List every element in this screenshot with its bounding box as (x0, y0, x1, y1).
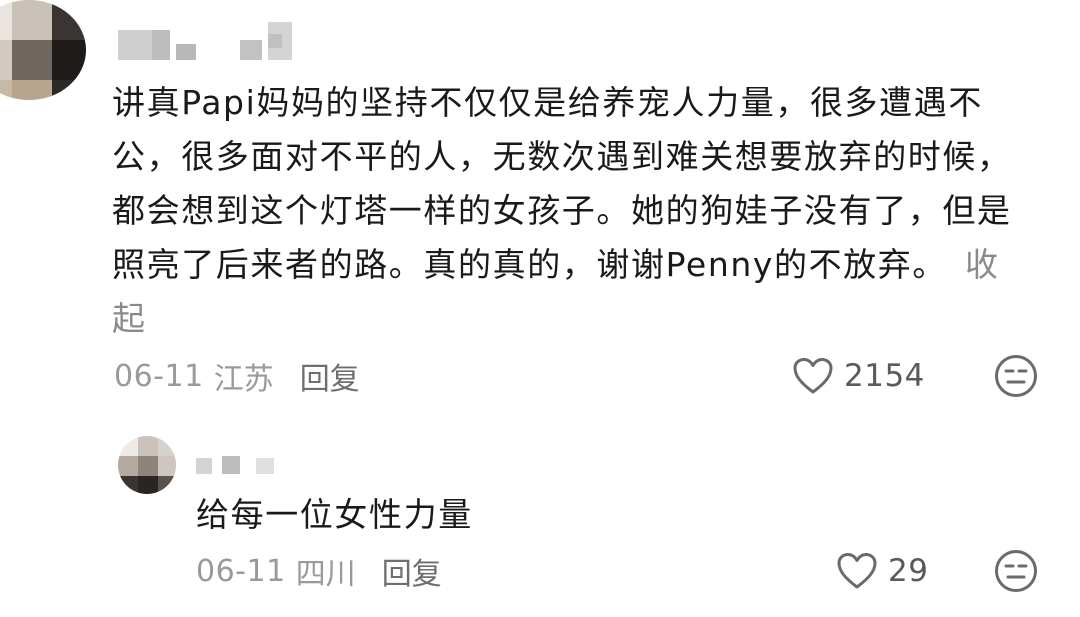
heart-outline-icon (793, 358, 833, 394)
username-pixel (118, 30, 152, 60)
like-button[interactable]: 2154 (792, 354, 925, 398)
avatar-pixel (118, 476, 138, 494)
username-pixel (268, 34, 282, 48)
avatar-pixel (12, 80, 52, 100)
avatar-pixel (138, 456, 158, 476)
heart-outline-icon (837, 553, 877, 589)
avatar[interactable] (0, 0, 86, 100)
reply-username-blurred[interactable] (196, 452, 296, 480)
avatar-pixel (138, 476, 158, 494)
avatar-pixel (12, 40, 52, 80)
avatar-pixel (52, 40, 86, 80)
avatar-pixel (0, 0, 12, 40)
like-count: 2154 (844, 358, 925, 394)
reply-date: 06-11 (196, 553, 286, 589)
username-pixel (196, 458, 212, 474)
avatar-pixel (0, 80, 12, 100)
avatar-pixel (118, 456, 138, 476)
avatar-pixel (52, 0, 86, 40)
reply-button[interactable]: 回复 (300, 354, 360, 398)
avatar-pixel (138, 436, 158, 456)
comment-text: 讲真Papi妈妈的坚持不仅仅是给养宠人力量，很多遭遇不公，很多面对不平的人，无数… (112, 76, 1032, 346)
username-blurred[interactable] (118, 22, 298, 64)
reply-location: 四川 (295, 557, 356, 592)
avatar-pixel (12, 0, 52, 40)
reply-like-count: 29 (888, 553, 929, 589)
comment-meta: 06-11 江苏 回复 (114, 354, 360, 398)
avatar-pixel (158, 476, 176, 494)
reply-like-button[interactable]: 29 (836, 549, 928, 593)
reply-comment-text: 给每一位女性力量 (196, 495, 473, 534)
avatar-pixel (52, 80, 86, 100)
meh-face-icon[interactable] (994, 354, 1038, 398)
username-pixel (222, 456, 240, 474)
comment-location: 江苏 (213, 362, 274, 397)
avatar-pixel (158, 456, 176, 476)
avatar-pixel (0, 40, 12, 80)
username-pixel (152, 30, 170, 60)
username-pixel (256, 458, 274, 474)
reply-avatar[interactable] (118, 436, 176, 494)
comment-body: 讲真Papi妈妈的坚持不仅仅是给养宠人力量，很多遭遇不公，很多面对不平的人，无数… (112, 83, 1012, 284)
username-pixel (176, 44, 196, 60)
avatar-pixel (158, 436, 176, 456)
username-pixel (240, 40, 262, 60)
meh-face-icon[interactable] (994, 549, 1038, 593)
avatar-pixel (118, 436, 138, 456)
reply-button[interactable]: 回复 (382, 549, 442, 593)
comment-date: 06-11 (114, 358, 204, 394)
reply-meta: 06-11 四川 回复 (196, 549, 442, 593)
